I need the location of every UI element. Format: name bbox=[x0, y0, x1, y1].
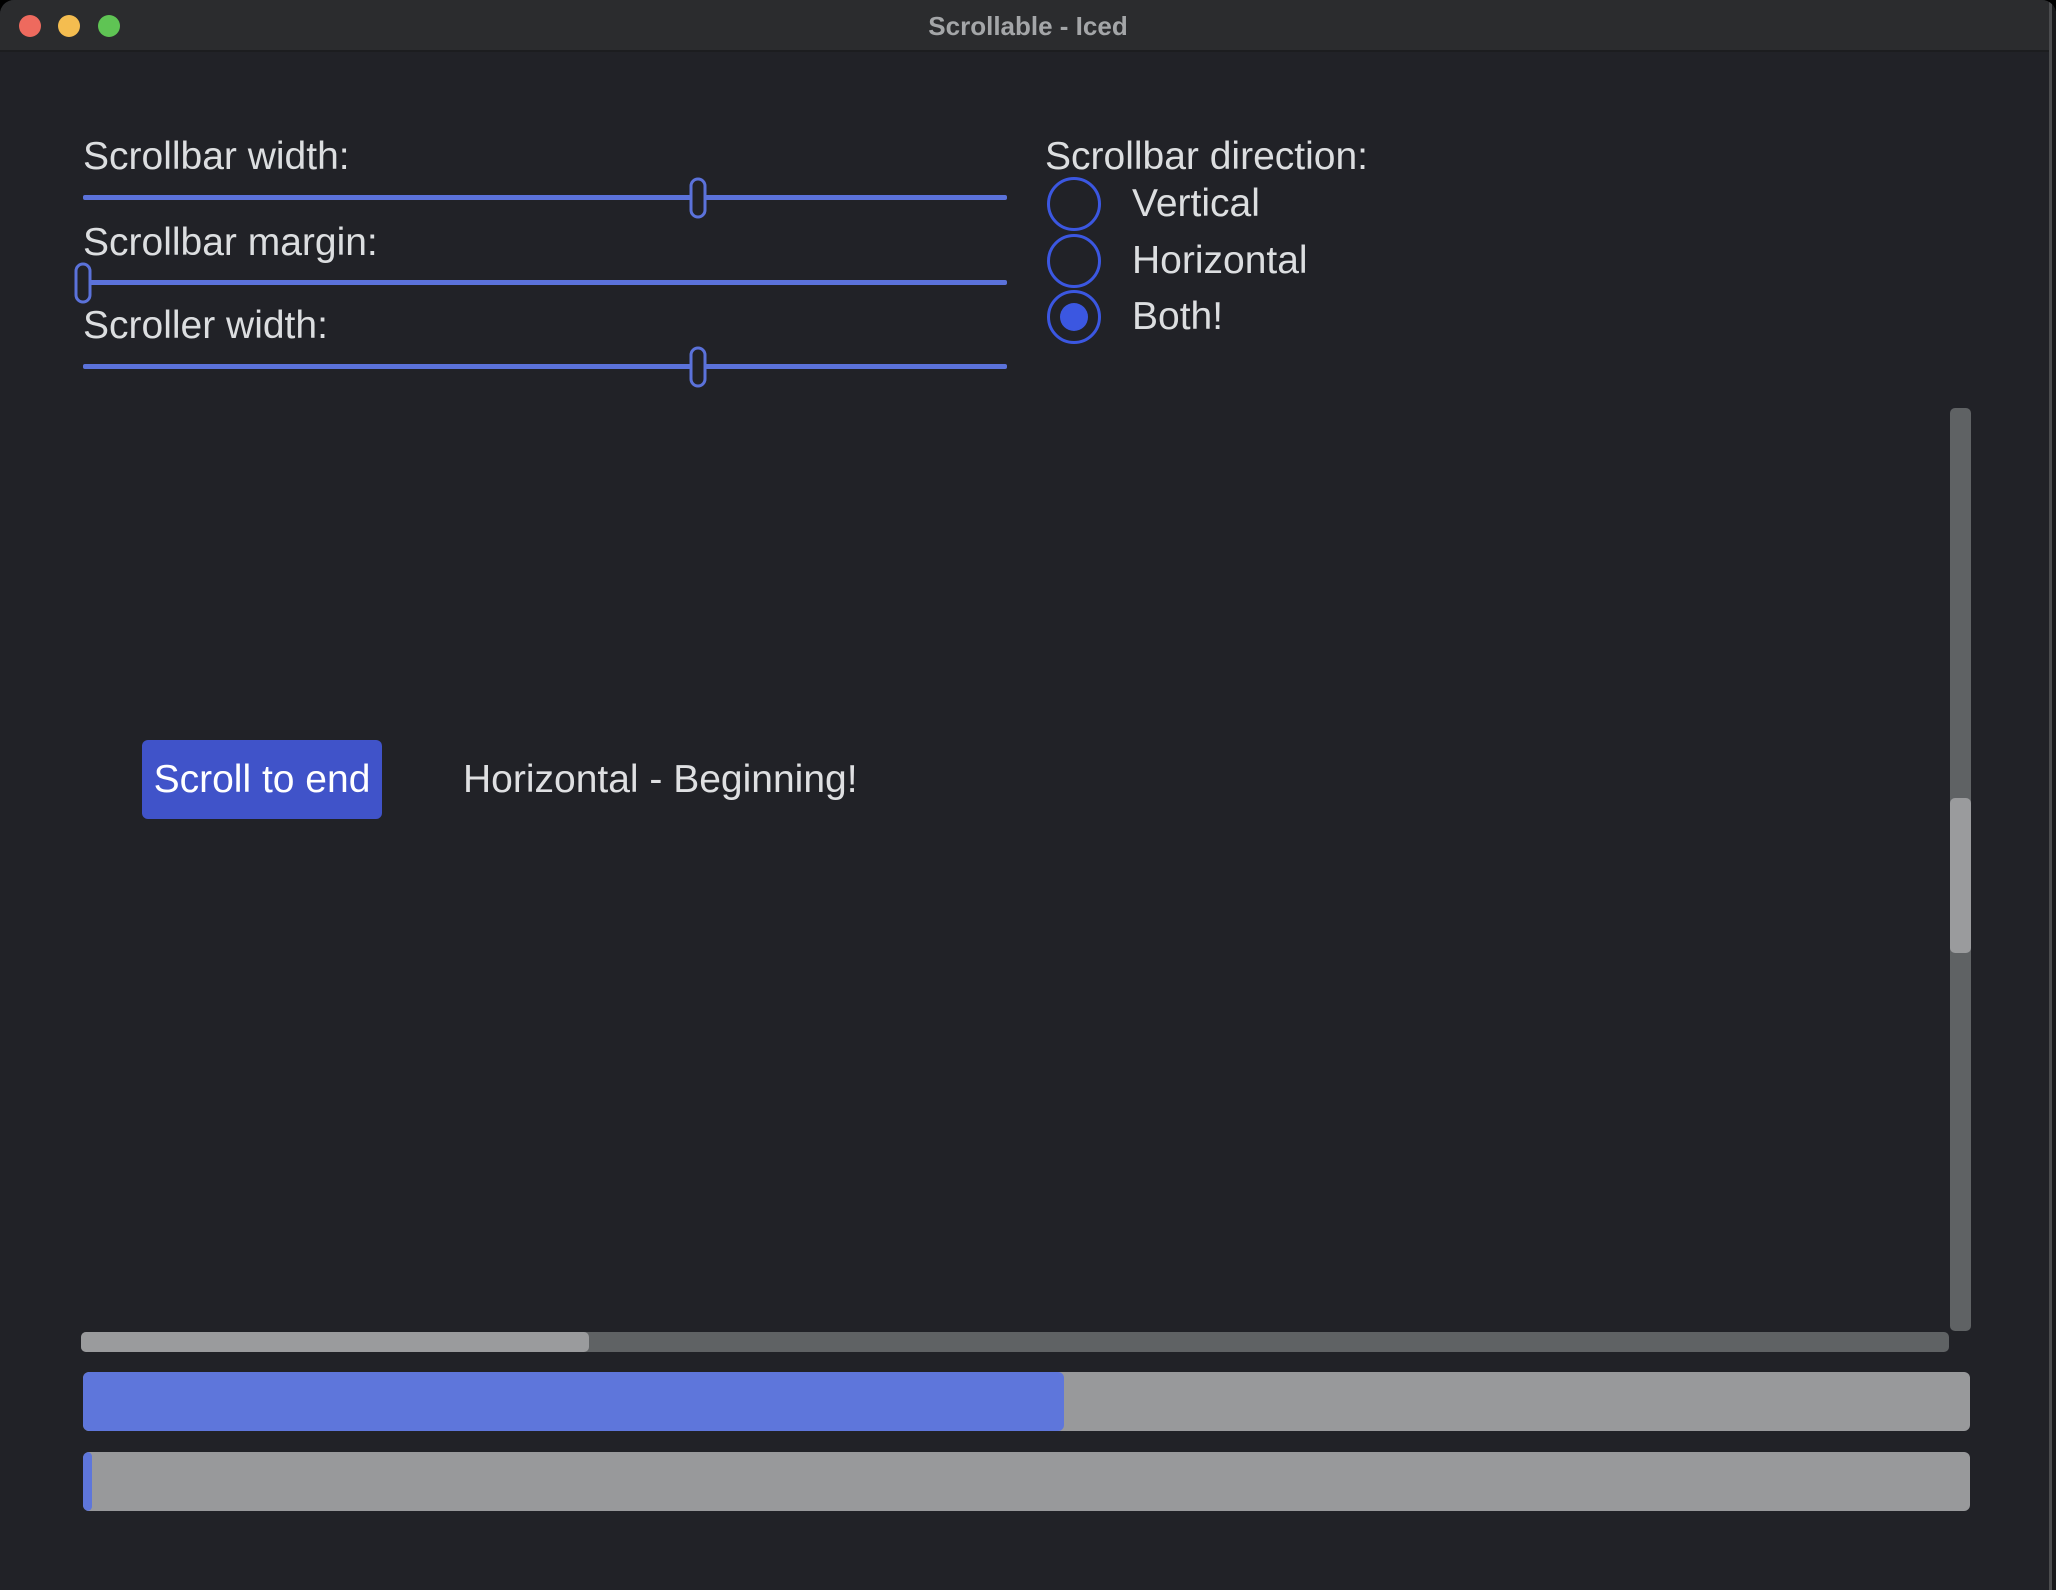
horizontal-scrollbar-track[interactable] bbox=[81, 1332, 1949, 1352]
radio-icon[interactable] bbox=[1047, 177, 1101, 231]
vertical-scrollbar-thumb[interactable] bbox=[1950, 798, 1971, 953]
scroll-status-text: Horizontal - Beginning! bbox=[463, 740, 858, 819]
slider-handle[interactable] bbox=[690, 177, 707, 218]
slider-handle[interactable] bbox=[75, 262, 92, 303]
vertical-progress-bar bbox=[83, 1452, 1970, 1511]
window-title: Scrollable - Iced bbox=[0, 0, 2056, 52]
radio-vertical[interactable]: Vertical bbox=[1047, 177, 1260, 231]
radio-horizontal[interactable]: Horizontal bbox=[1047, 234, 1308, 288]
scrollbar-width-label: Scrollbar width: bbox=[83, 136, 350, 179]
radio-icon[interactable] bbox=[1047, 234, 1101, 288]
radio-horizontal-label: Horizontal bbox=[1132, 239, 1308, 283]
slider-handle[interactable] bbox=[690, 346, 707, 387]
window-right-gap bbox=[2052, 0, 2056, 1590]
slider-rail bbox=[83, 195, 1007, 200]
scroller-width-label: Scroller width: bbox=[83, 305, 328, 348]
progress-fill bbox=[83, 1372, 1064, 1431]
radio-dot-icon bbox=[1060, 303, 1088, 331]
titlebar: Scrollable - Iced bbox=[0, 0, 2056, 52]
scrollbar-margin-slider[interactable] bbox=[83, 262, 1007, 303]
vertical-scrollbar-track[interactable] bbox=[1950, 408, 1971, 1331]
scrollbar-width-slider[interactable] bbox=[83, 177, 1007, 218]
scroll-to-end-button[interactable]: Scroll to end bbox=[142, 740, 382, 819]
radio-icon[interactable] bbox=[1047, 290, 1101, 344]
slider-rail bbox=[83, 364, 1007, 369]
scroller-width-slider[interactable] bbox=[83, 346, 1007, 387]
slider-rail bbox=[83, 280, 1007, 285]
radio-both-label: Both! bbox=[1132, 295, 1223, 339]
radio-vertical-label: Vertical bbox=[1132, 182, 1260, 226]
scrollbar-margin-label: Scrollbar margin: bbox=[83, 222, 378, 265]
progress-fill bbox=[83, 1452, 92, 1511]
scrollbar-direction-label: Scrollbar direction: bbox=[1045, 136, 1368, 179]
horizontal-scrollbar-thumb[interactable] bbox=[81, 1332, 589, 1352]
radio-both[interactable]: Both! bbox=[1047, 290, 1223, 344]
app-window: Scrollable - Iced Scrollbar width: Scrol… bbox=[0, 0, 2056, 1590]
horizontal-progress-bar bbox=[83, 1372, 1970, 1431]
